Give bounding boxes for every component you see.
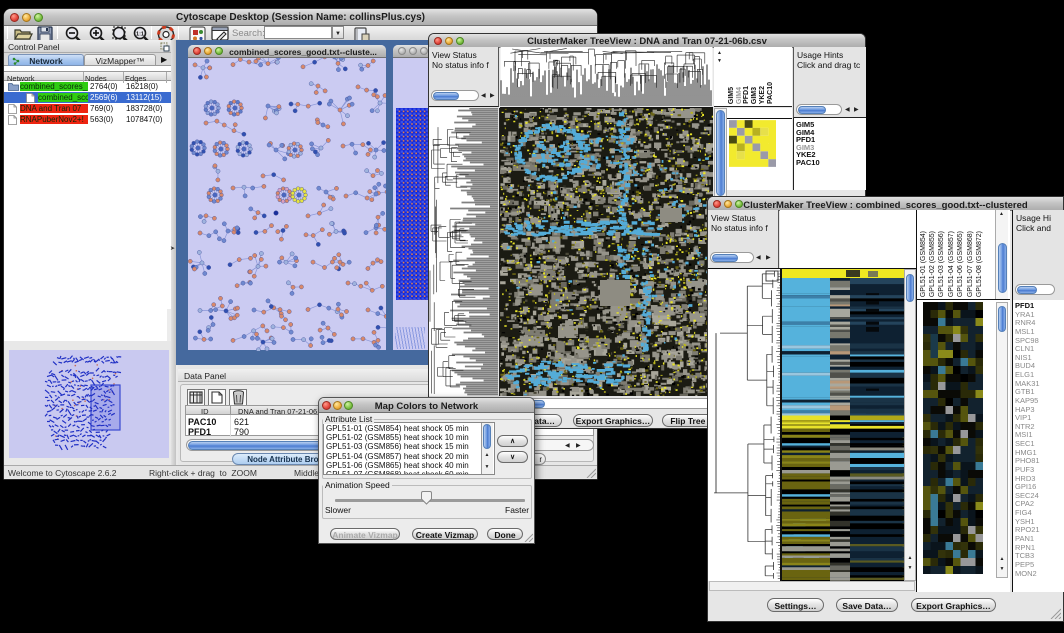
svg-text:1:1: 1:1	[136, 32, 144, 38]
